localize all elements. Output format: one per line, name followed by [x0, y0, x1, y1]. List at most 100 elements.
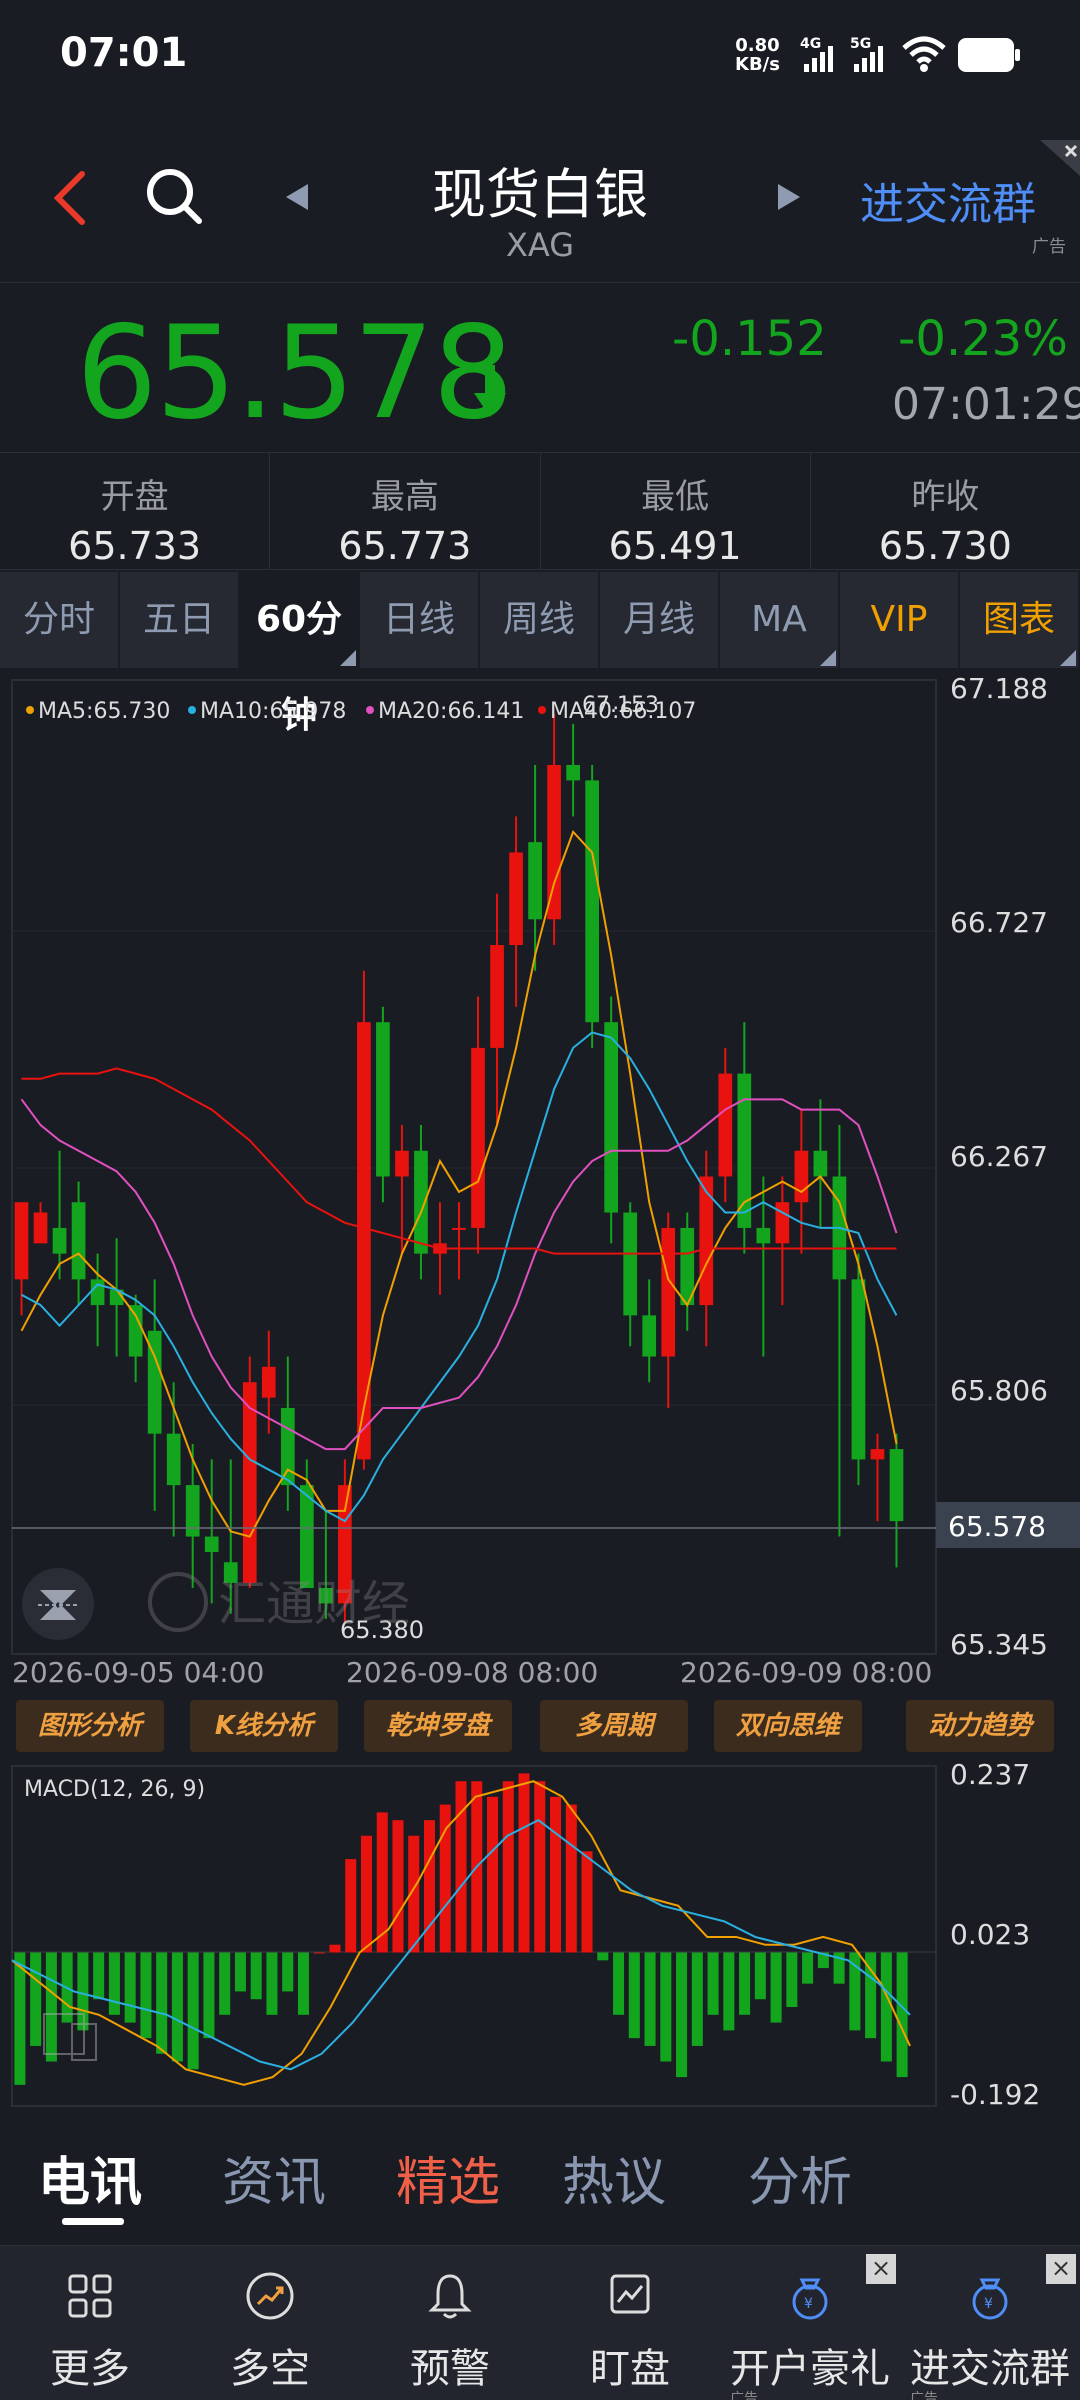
join-group-ad-link[interactable]: 进交流群 [860, 168, 1036, 232]
macd-bar [802, 1952, 814, 1984]
back-icon[interactable] [48, 168, 92, 228]
nav-label: 更多 [50, 2346, 130, 2392]
analysis-button-two-way[interactable]: 双向思维 [714, 1700, 862, 1752]
news-tab-flash[interactable]: 电讯 [38, 2140, 142, 2215]
ohlc-prev-close: 昨收 65.730 [811, 453, 1080, 569]
kline-chart[interactable]: MA5:65.730 MA10:65.978 MA20:66.141 MA40:… [0, 676, 1080, 1686]
news-tab-info[interactable]: 资讯 [222, 2140, 326, 2215]
nav-label: 多空 [230, 2346, 310, 2392]
macd-bar [108, 1952, 120, 2015]
nav-more[interactable]: 更多 [0, 2246, 180, 2400]
ohlc-high: 最高 65.773 [270, 453, 541, 569]
macd-bar [266, 1952, 278, 2015]
x-label: 2026-09-08 08:00 [346, 1656, 598, 1686]
tab-chart[interactable]: 图表 [960, 572, 1078, 668]
macd-bar [282, 1952, 294, 1992]
analysis-button-multi-period[interactable]: 多周期 [540, 1700, 688, 1752]
candle-body [585, 780, 599, 1023]
tab-monthly[interactable]: 月线 [600, 572, 718, 668]
macd-bar [140, 1952, 152, 2039]
candle-body [509, 852, 523, 946]
svg-text:¥: ¥ [804, 2296, 813, 2312]
tab-60min[interactable]: 60分钟 [240, 572, 358, 736]
price-change-percent: -0.23% [898, 311, 1068, 367]
x-label: 2026-09-09 08:00 [680, 1656, 932, 1686]
macd-bar [660, 1952, 672, 2062]
candle-body [90, 1279, 105, 1306]
nav-label: 开户豪礼 [730, 2346, 890, 2392]
next-symbol-icon[interactable] [774, 182, 804, 212]
macd-bar [392, 1820, 404, 1953]
news-tab-featured[interactable]: 精选 [396, 2140, 500, 2215]
candle-body [870, 1449, 885, 1460]
close-icon[interactable]: × [866, 2254, 896, 2284]
macd-bar [297, 1952, 309, 2015]
candle-body [566, 764, 580, 781]
analysis-button-momentum[interactable]: 动力趋势 [906, 1700, 1054, 1752]
candle-body [756, 1227, 771, 1244]
analysis-button-pattern[interactable]: 图形分析 [16, 1700, 164, 1752]
last-price: 65.578 [76, 299, 514, 448]
news-tab-discussion[interactable]: 热议 [562, 2140, 666, 2215]
nav-join-group-ad[interactable]: ¥ 进交流群 广告 × [900, 2246, 1080, 2400]
tab-intraday[interactable]: 分时 [0, 572, 118, 668]
candle-body [813, 1150, 828, 1177]
analysis-button-compass[interactable]: 乾坤罗盘 [364, 1700, 512, 1752]
tab-ma[interactable]: MA [720, 572, 838, 668]
search-icon[interactable] [144, 166, 204, 226]
analysis-button-kline[interactable]: K线分析 [190, 1700, 338, 1752]
candle-body [851, 1279, 866, 1460]
macd-bar [707, 1952, 719, 2015]
prev-symbol-icon[interactable] [282, 182, 312, 212]
ad-tag: 广告 [910, 2391, 938, 2400]
status-bar: 07:01 0.80 KB/s 4G 5G [0, 0, 1080, 110]
symbol-code: XAG [505, 226, 575, 264]
candle-body [376, 1022, 390, 1177]
macd-bar [329, 1944, 341, 1953]
macd-histogram [14, 1773, 908, 2085]
candle-body [623, 1212, 638, 1316]
macd-bar [613, 1952, 625, 2015]
nav-long-short[interactable]: 多空 [180, 2246, 360, 2400]
tab-vip[interactable]: VIP [840, 572, 958, 668]
moneybag-icon: ¥ [792, 2278, 828, 2320]
y-tick: 65.806 [950, 1374, 1048, 1407]
network-speed-value: 0.80 [735, 35, 780, 56]
nav-account-gift-ad[interactable]: ¥ 开户豪礼 广告 × [720, 2246, 900, 2400]
macd-bar [644, 1952, 656, 2046]
candle-body [528, 842, 542, 920]
close-icon[interactable]: × [1046, 2254, 1076, 2284]
macd-bar [360, 1835, 372, 1953]
candle-body [547, 764, 561, 920]
nav-alert[interactable]: 预警 [360, 2246, 540, 2400]
news-tab-analysis[interactable]: 分析 [748, 2140, 852, 2215]
tab-five-day[interactable]: 五日 [120, 572, 238, 668]
nav-label: 进交流群 [910, 2346, 1070, 2392]
period-tabs: 分时 五日 60分钟 日线 周线 月线 MA VIP 图表 [0, 572, 1080, 736]
candle-body [128, 1305, 143, 1357]
ohlc-label: 开盘 [100, 477, 169, 517]
tab-ma-label: MA [751, 599, 807, 640]
analysis-buttons: 图形分析 K线分析 乾坤罗盘 多周期 双向思维 动力趋势 [0, 1700, 1080, 1752]
nav-watch[interactable]: 盯盘 [540, 2246, 720, 2400]
status-time: 07:01 [60, 30, 188, 76]
draw-tool-icon[interactable] [22, 1568, 94, 1640]
ad-tag: 广告 [1032, 237, 1066, 257]
news-tabs: 电讯 资讯 精选 热议 分析 [0, 2130, 1080, 2240]
bell-icon [428, 2274, 472, 2319]
macd-bar [486, 1796, 499, 1953]
candle-body [718, 1073, 733, 1177]
ohlc-panel: 开盘 65.733 最高 65.773 最低 65.491 昨收 65.730 [0, 452, 1080, 570]
candle-body [14, 1202, 29, 1280]
macd-chart[interactable]: MACD(12, 26, 9) 0.237 0.023 -0.192 [0, 1758, 1080, 2118]
ma20-label: MA20:66.141 [378, 699, 524, 724]
ma5-dot [26, 706, 34, 714]
tab-daily[interactable]: 日线 [360, 572, 478, 668]
candle-body [52, 1227, 67, 1254]
tab-chart-label: 图表 [982, 599, 1055, 640]
y-tick: -0.192 [950, 2078, 1040, 2111]
candle-body [280, 1407, 295, 1486]
ad-close-icon[interactable] [1040, 140, 1080, 176]
tab-weekly[interactable]: 周线 [480, 572, 598, 668]
x-label: 2026-09-05 04:00 [12, 1656, 264, 1686]
